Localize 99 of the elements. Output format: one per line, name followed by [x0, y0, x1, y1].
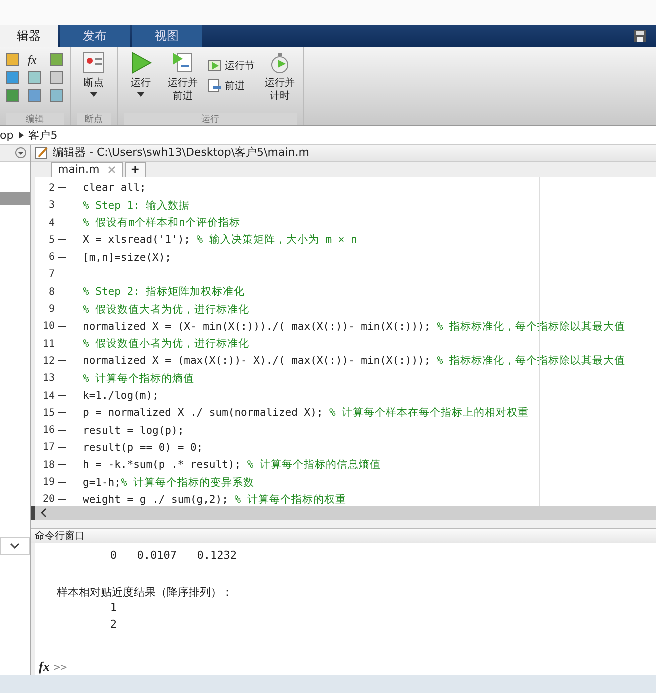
code-text: h = -k.*sum(p .* result);: [83, 459, 242, 472]
toolstrip-button[interactable]: 运行节: [208, 59, 255, 73]
breakpoint-marker-icon[interactable]: [58, 187, 66, 190]
line-number: 13: [42, 373, 55, 384]
breakpoint-marker-icon[interactable]: [58, 464, 66, 466]
ribbon-tab[interactable]: 辑器: [0, 25, 58, 47]
function-button[interactable]: fx: [39, 659, 50, 675]
toolbar-icon[interactable]: [6, 71, 20, 85]
line-number: 4: [48, 218, 55, 229]
line-number: 9: [48, 304, 55, 316]
code-text: [m,n]=size(X);: [83, 252, 172, 264]
chevron-left-icon[interactable]: [41, 508, 47, 518]
breakpoint-marker-icon[interactable]: [58, 412, 66, 414]
code-comment: % 计算每个样本在每个指标上的相对权重: [330, 406, 530, 420]
new-tab-button[interactable]: +: [124, 162, 146, 177]
code-comment: % 输入决策矩阵，大小为 m × n: [196, 233, 358, 248]
breakpoint-marker-icon[interactable]: [58, 326, 66, 328]
group-label: 编辑: [6, 113, 64, 125]
code-comment: % 计算每个指标的变异系数: [120, 476, 255, 490]
output-value: 0: [109, 549, 117, 564]
chevron-down-icon[interactable]: [10, 543, 20, 549]
toolbar-icon[interactable]: [50, 53, 64, 67]
line-number: 18: [42, 460, 55, 471]
ribbon-tab[interactable]: 发布: [60, 25, 130, 47]
code-comment: % 计算每个指标的熵值: [83, 372, 195, 386]
editor-title: 编辑器 - C:\Users\swh13\Desktop\客户5\main.m: [53, 145, 310, 160]
play-document-icon: [171, 51, 195, 75]
pencil-document-icon: [35, 146, 49, 160]
output-value: 1: [109, 601, 117, 616]
line-number: 19: [42, 477, 55, 488]
group-label: 运行: [124, 113, 297, 125]
path-segment[interactable]: op: [0, 128, 14, 142]
code-text: weight = g ./ sum(g,2);: [83, 494, 230, 506]
code-comment: % 计算每个指标的信息熵值: [247, 458, 382, 472]
breakpoint-marker-icon[interactable]: [58, 360, 66, 362]
toolbar-icon[interactable]: [28, 89, 42, 103]
line-number: 17: [42, 442, 55, 454]
code-text: g=1-h;: [83, 476, 121, 489]
function-button[interactable]: fx: [28, 53, 42, 67]
toolstrip-button[interactable]: 前进: [208, 79, 255, 93]
code-text: k=1./log(m);: [83, 390, 159, 402]
line-number: 2: [48, 182, 55, 194]
output-value: 0.0107: [136, 549, 177, 564]
line-number: 3: [48, 200, 55, 212]
line-number: 7: [48, 269, 55, 280]
group-label: 断点: [77, 113, 111, 125]
code-text: clear all;: [83, 182, 146, 194]
command-prompt[interactable]: >>: [54, 660, 68, 674]
toolstrip-button[interactable]: 运行并计时: [263, 51, 297, 103]
line-number: 10: [42, 321, 55, 332]
code-comment: % 假设有m个样本和n个评价指标: [83, 216, 240, 230]
toolstrip-button[interactable]: 运行: [124, 51, 158, 97]
play-icon: [208, 59, 222, 73]
save-icon[interactable]: [632, 28, 648, 44]
code-text: p = normalized_X ./ sum(normalized_X);: [83, 407, 324, 420]
toolbar-icon[interactable]: [6, 89, 20, 103]
output-value: 0.1232: [196, 549, 237, 564]
code-comment: % 假设数值大者为优，进行标准化: [83, 302, 250, 317]
output-value: 2: [109, 618, 117, 633]
code-comment: % 假设数值小者为优，进行标准化: [83, 337, 250, 352]
toolbar-icon[interactable]: [6, 53, 20, 67]
line-number: 16: [42, 425, 55, 436]
code-comment: % Step 2: 指标矩阵加权标准化: [83, 285, 246, 300]
chevron-right-icon: [18, 132, 24, 138]
toolstrip-button[interactable]: 运行并前进: [166, 51, 200, 103]
line-number: 14: [42, 390, 55, 402]
file-tab[interactable]: main.m: [51, 162, 123, 177]
code-text: X = xlsread('1');: [83, 234, 192, 246]
breakpoint-marker-icon[interactable]: [58, 256, 66, 259]
toolbar-icon[interactable]: [50, 71, 64, 85]
panel-menu-icon[interactable]: [15, 147, 27, 159]
code-comment: % Step 1: 输入数据: [83, 198, 190, 213]
line-number: 11: [42, 338, 55, 350]
breakpoint-marker-icon[interactable]: [58, 239, 66, 242]
ribbon-tab[interactable]: 视图: [132, 25, 202, 47]
line-number: 15: [42, 408, 55, 419]
toolbar-icon[interactable]: [50, 89, 64, 103]
line-number: 20: [42, 494, 55, 506]
path-segment[interactable]: 客户5: [28, 128, 58, 142]
output-text: 样本相对贴近度结果（降序排列）：: [57, 585, 234, 601]
code-text: normalized_X = (max(X(:))- X)./( max(X(:))- min(X(:)));: [83, 355, 432, 368]
line-number: 8: [48, 286, 55, 298]
toolbar-icon[interactable]: [28, 71, 42, 85]
line-number: 12: [42, 356, 55, 367]
breakpoint-marker-icon[interactable]: [58, 482, 66, 484]
breakpoint-marker-icon[interactable]: [58, 430, 66, 432]
code-text: result = log(p);: [83, 424, 184, 437]
horizontal-scrollbar[interactable]: [31, 506, 656, 520]
line-number: 6: [48, 252, 55, 264]
code-text: normalized_X = (X- min(X(:)))./( max(X(:))- min(X(:)));: [83, 320, 432, 333]
breakpoint-marker-icon[interactable]: [58, 446, 66, 449]
breakpoint-marker-icon[interactable]: [58, 498, 66, 501]
breakpoint-icon: [82, 51, 106, 75]
code-comment: % 计算每个指标的权重: [234, 492, 346, 506]
panel-title: 命令行窗口: [31, 528, 656, 543]
code-text: result(p == 0) = 0;: [83, 442, 204, 454]
line-number: 5: [48, 234, 55, 246]
toolstrip-button[interactable]: 断点: [77, 51, 111, 97]
breakpoint-marker-icon[interactable]: [58, 395, 66, 398]
